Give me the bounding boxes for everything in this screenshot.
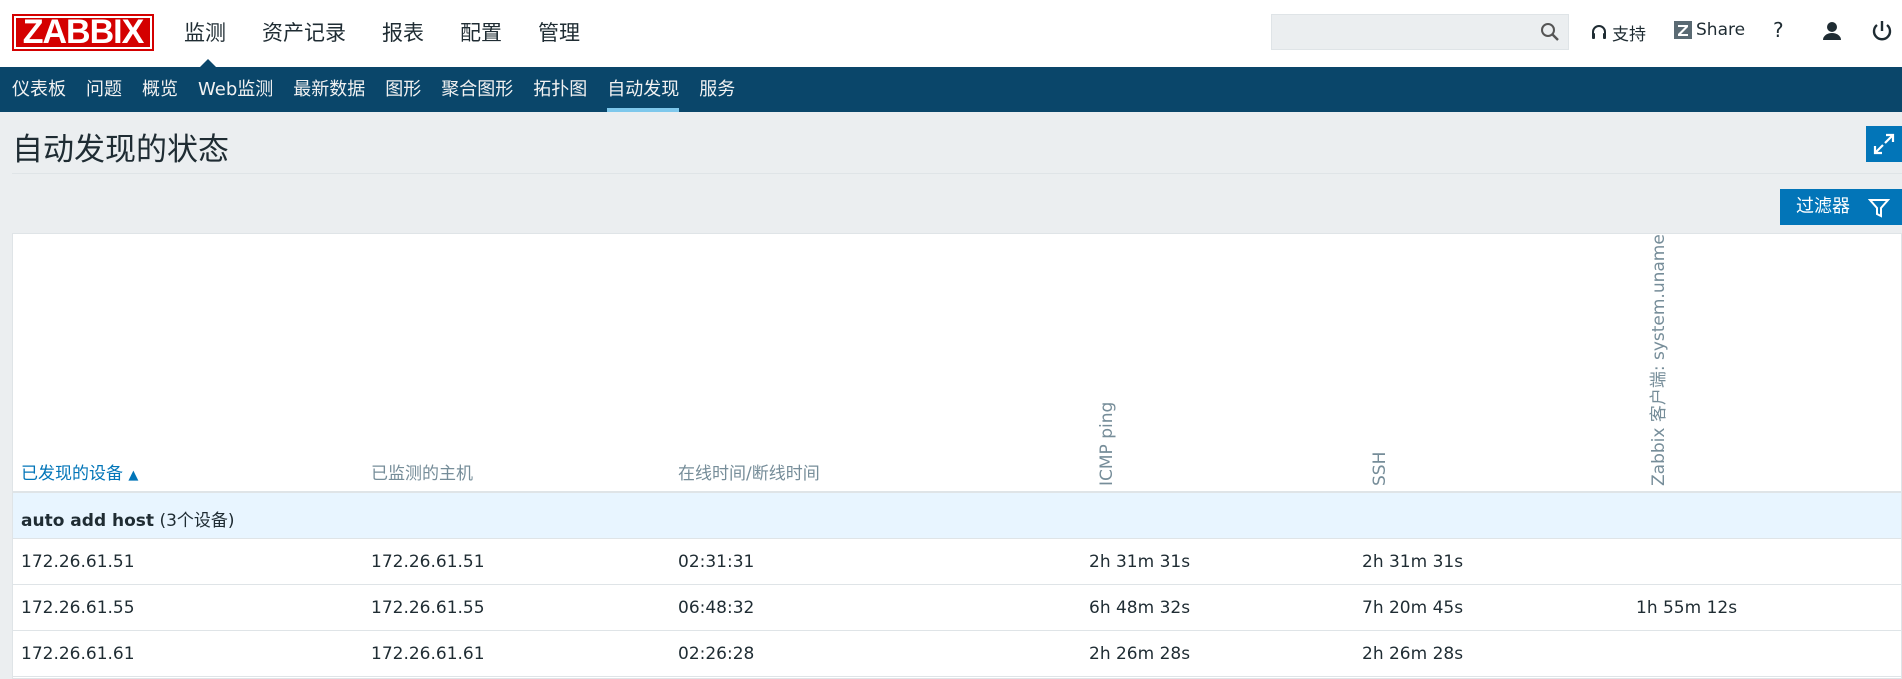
zabbix-logo[interactable]: ZABBIX (12, 14, 154, 51)
column-device-label: 已发现的设备 (21, 464, 123, 484)
page-title: 自动发现的状态 (12, 132, 229, 168)
table-row: 172.26.61.55 172.26.61.55 06:48:32 6h 48… (13, 585, 1901, 631)
cell-host: 172.26.61.61 (371, 644, 485, 664)
column-header-uptime: 在线时间/断线时间 (678, 464, 820, 484)
sub-nav-dashboard[interactable]: 仪表板 (2, 67, 76, 112)
sub-nav-web[interactable]: Web监测 (188, 67, 283, 112)
help-button[interactable]: ? (1773, 18, 1784, 42)
cell-device: 172.26.61.51 (21, 552, 135, 572)
sub-nav-problems[interactable]: 问题 (76, 67, 132, 112)
filter-icon (1868, 199, 1890, 218)
headset-icon (1592, 24, 1606, 39)
sub-nav: 仪表板 问题 概览 Web监测 最新数据 图形 聚合图形 拓扑图 自动发现 服务 (0, 67, 1902, 112)
filter-button[interactable]: 过滤器 (1780, 189, 1902, 225)
cell-device: 172.26.61.55 (21, 598, 135, 618)
column-header-icmp: ICMP ping (1093, 226, 1117, 486)
logo-text: ZABBIX (22, 13, 145, 51)
cell-device: 172.26.61.61 (21, 644, 135, 664)
expand-icon (1873, 133, 1895, 155)
zabbix-share-icon (1674, 21, 1692, 39)
cell-icmp: 2h 31m 31s (1089, 552, 1191, 572)
user-profile-icon[interactable] (1820, 19, 1844, 43)
column-icmp-label: ICMP ping (1097, 401, 1117, 486)
sort-asc-icon: ▲ (128, 468, 139, 483)
sub-nav-maps[interactable]: 拓扑图 (523, 67, 597, 112)
group-label: auto add host (3个设备) (21, 506, 235, 531)
top-header: ZABBIX 监测 资产记录 报表 配置 管理 支持 Share ? (0, 0, 1902, 67)
sub-nav-overview[interactable]: 概览 (132, 67, 188, 112)
cell-uptime: 02:26:28 (678, 644, 755, 664)
cell-agent: 1h 55m 12s (1636, 598, 1738, 618)
cell-host: 172.26.61.55 (371, 598, 485, 618)
column-header-device[interactable]: 已发现的设备 ▲ (21, 459, 138, 484)
share-link[interactable]: Share (1674, 20, 1745, 40)
cell-icmp: 6h 48m 32s (1089, 598, 1191, 618)
column-header-host: 已监测的主机 (371, 464, 473, 484)
group-name: auto add host (21, 511, 155, 531)
cell-icmp: 2h 26m 28s (1089, 644, 1191, 664)
support-label: 支持 (1612, 25, 1646, 45)
support-link[interactable]: 支持 (1590, 20, 1646, 45)
group-count: (3个设备) (159, 511, 235, 531)
fullscreen-button[interactable] (1866, 126, 1902, 162)
column-header-agent: Zabbix 客户端: system.uname (1640, 226, 1669, 486)
column-ssh-label: SSH (1370, 451, 1390, 486)
cell-host: 172.26.61.51 (371, 552, 485, 572)
main-nav-reports[interactable]: 报表 (364, 0, 442, 67)
cell-ssh: 7h 20m 45s (1362, 598, 1464, 618)
cell-uptime: 06:48:32 (678, 598, 755, 618)
sub-nav-graphs[interactable]: 图形 (375, 67, 431, 112)
filter-label: 过滤器 (1796, 196, 1850, 217)
help-icon: ? (1773, 18, 1784, 42)
sign-out-icon[interactable] (1870, 19, 1894, 43)
cell-uptime: 02:31:31 (678, 552, 755, 572)
sub-nav-screens[interactable]: 聚合图形 (431, 67, 523, 112)
column-header-ssh: SSH (1366, 226, 1390, 486)
cell-ssh: 2h 26m 28s (1362, 644, 1464, 664)
main-nav-monitoring[interactable]: 监测 (172, 0, 244, 67)
sub-nav-services[interactable]: 服务 (689, 67, 745, 112)
cell-ssh: 2h 31m 31s (1362, 552, 1464, 572)
table-row: 172.26.61.51 172.26.61.51 02:31:31 2h 31… (13, 539, 1901, 585)
main-nav-inventory[interactable]: 资产记录 (244, 0, 364, 67)
discovery-rule-group: auto add host (3个设备) (13, 493, 1901, 539)
search-input[interactable] (1271, 14, 1569, 50)
main-nav-configuration[interactable]: 配置 (442, 0, 520, 67)
sub-nav-latest-data[interactable]: 最新数据 (283, 67, 375, 112)
main-nav: 监测 资产记录 报表 配置 管理 (172, 0, 598, 67)
column-agent-label: Zabbix 客户端: system.uname (1649, 234, 1669, 486)
title-divider (12, 173, 1902, 174)
share-label: Share (1696, 20, 1746, 40)
search-icon[interactable] (1540, 22, 1560, 42)
main-nav-administration[interactable]: 管理 (520, 0, 598, 67)
discovery-table: 已发现的设备 ▲ 已监测的主机 在线时间/断线时间 ICMP ping SSH … (12, 233, 1902, 679)
sub-nav-discovery[interactable]: 自动发现 (597, 67, 689, 112)
table-row: 172.26.61.61 172.26.61.61 02:26:28 2h 26… (13, 631, 1901, 677)
